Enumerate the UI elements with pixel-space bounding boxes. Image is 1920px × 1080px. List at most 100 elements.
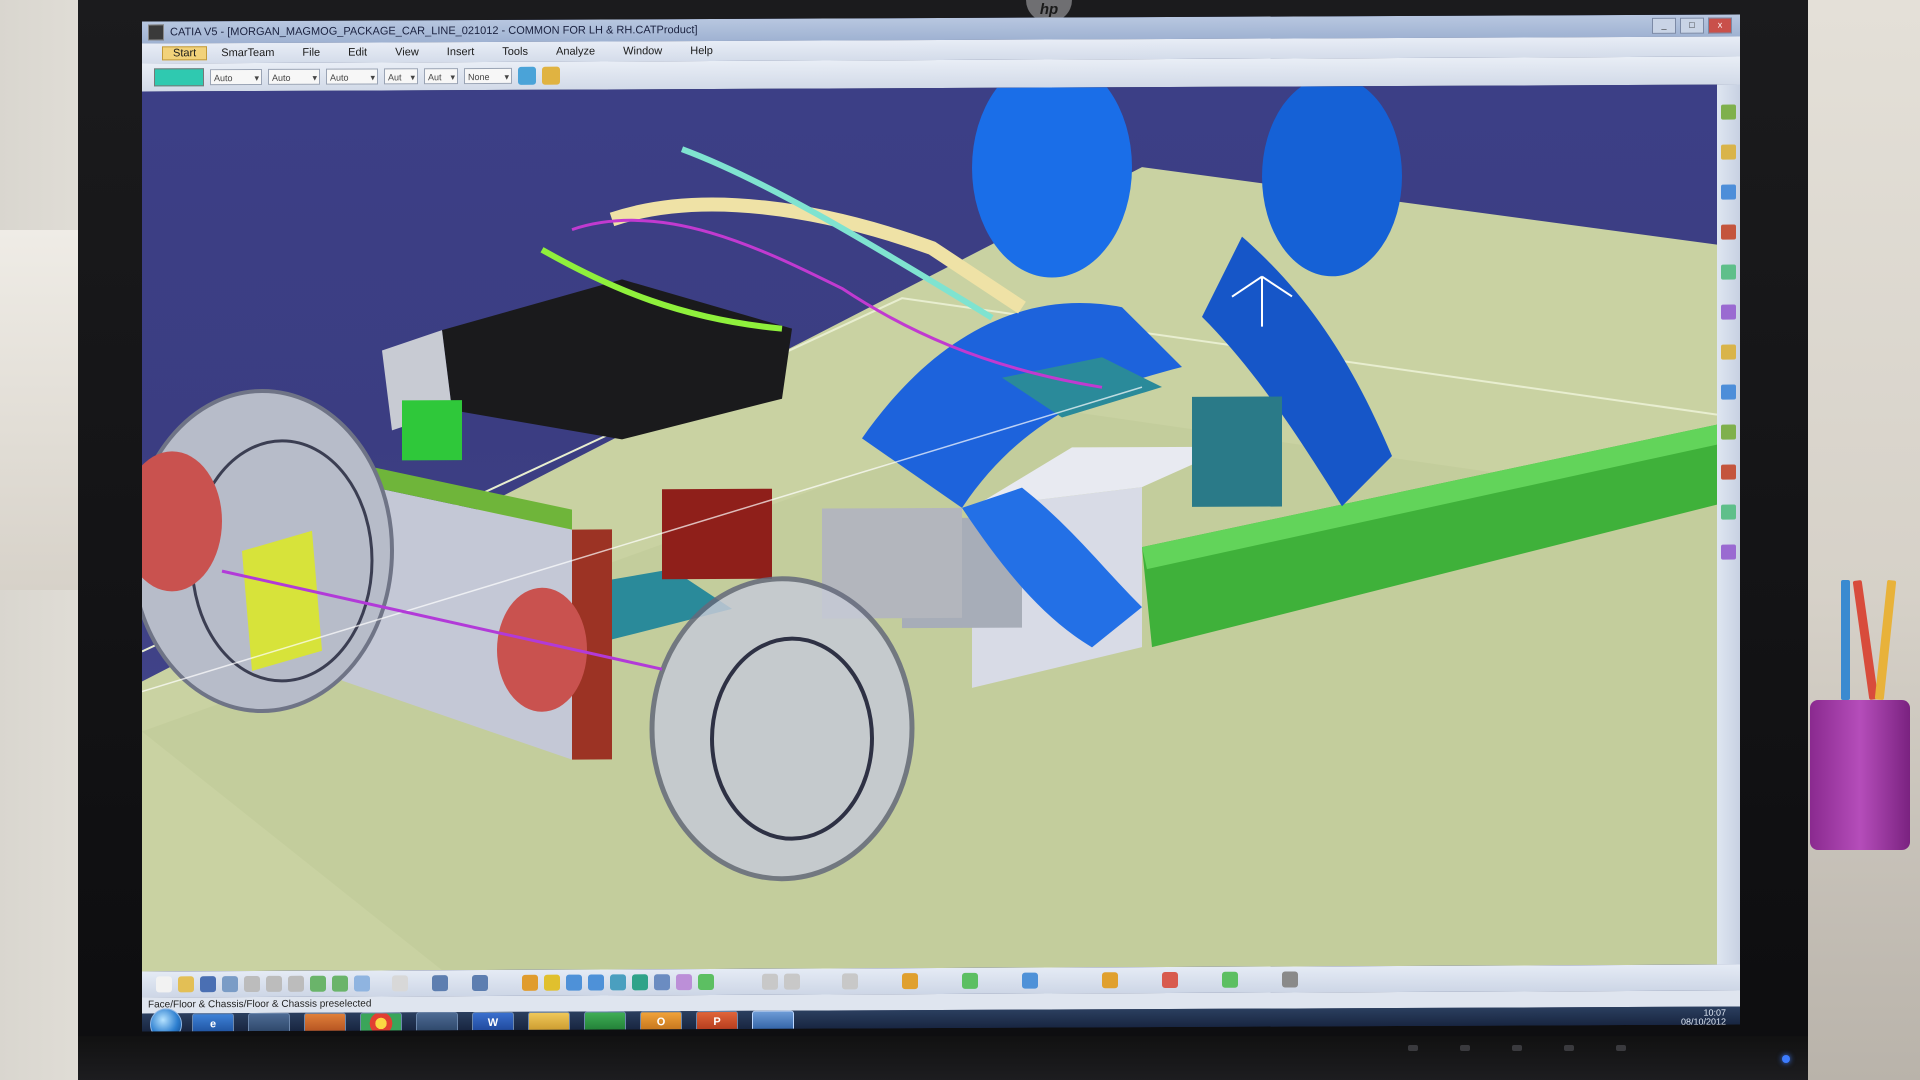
menu-edit[interactable]: Edit xyxy=(334,46,381,59)
render-style-dropdown[interactable]: None xyxy=(464,67,512,85)
line-thickness-dropdown[interactable]: Auto xyxy=(268,68,320,85)
annotation-icon[interactable] xyxy=(1721,504,1736,520)
normal-view-icon[interactable] xyxy=(610,974,626,991)
teal-panel xyxy=(1192,396,1282,507)
formula-icon[interactable] xyxy=(392,975,408,992)
menu-analyze[interactable]: Analyze xyxy=(542,45,609,58)
chrome-icon[interactable] xyxy=(360,1012,402,1032)
render-style-icon[interactable] xyxy=(654,974,670,991)
room-background-right xyxy=(1800,0,1920,1080)
grille xyxy=(242,530,322,672)
measure-icon[interactable] xyxy=(1721,224,1736,240)
print-icon[interactable] xyxy=(222,976,238,993)
clash-toolbar-icon[interactable] xyxy=(1162,971,1178,989)
media-player-icon[interactable] xyxy=(304,1012,346,1032)
pan-icon[interactable] xyxy=(522,974,538,991)
zoom-in-icon[interactable] xyxy=(566,974,582,991)
catia-app-icon[interactable] xyxy=(148,24,164,41)
menu-help[interactable]: Help xyxy=(676,45,727,57)
new-icon[interactable] xyxy=(156,976,172,993)
car-assembly-3d-model xyxy=(142,84,1717,972)
update-icon[interactable] xyxy=(962,972,978,989)
pencil-cup xyxy=(1810,700,1910,850)
menu-tools[interactable]: Tools xyxy=(488,46,542,58)
hide-show-icon[interactable] xyxy=(676,974,692,991)
annotation-toolbar-icon[interactable] xyxy=(902,973,918,990)
coolant-reservoir xyxy=(662,488,772,580)
open-icon[interactable] xyxy=(178,976,194,993)
close-button[interactable]: x xyxy=(1708,17,1732,34)
constraint-icon[interactable] xyxy=(1721,184,1736,200)
move-icon[interactable] xyxy=(1721,344,1736,360)
menu-smarteam[interactable]: SmarTeam xyxy=(207,47,288,59)
product-structure-icon[interactable] xyxy=(1721,104,1736,120)
explode-icon[interactable] xyxy=(1721,424,1736,440)
minimize-button[interactable]: _ xyxy=(1652,17,1676,34)
monitor-button[interactable] xyxy=(1512,1045,1522,1051)
system-tray-clock[interactable]: 10:07 08/10/2012 xyxy=(1681,1008,1726,1027)
pencil xyxy=(1874,579,1897,701)
redo-icon[interactable] xyxy=(332,975,348,992)
publish-icon[interactable] xyxy=(1721,544,1736,560)
power-led[interactable] xyxy=(1782,1055,1790,1063)
brush-icon[interactable] xyxy=(542,66,560,85)
calculator-icon[interactable] xyxy=(416,1012,458,1032)
section-toolbar-icon[interactable] xyxy=(1222,971,1238,988)
monitor-button[interactable] xyxy=(1616,1045,1626,1051)
powerpoint-icon[interactable]: P xyxy=(696,1010,738,1032)
measure-between-icon[interactable] xyxy=(762,973,778,990)
measure-item-icon[interactable] xyxy=(784,973,800,990)
excel-icon[interactable] xyxy=(584,1011,626,1032)
3d-viewport[interactable] xyxy=(142,84,1717,972)
menu-start[interactable]: Start xyxy=(162,46,208,61)
monitor-bottom-bezel xyxy=(78,1036,1808,1080)
explorer-icon[interactable] xyxy=(528,1011,570,1032)
window-title: CATIA V5 - [MORGAN_MAGMOG_PACKAGE_CAR_LI… xyxy=(170,24,698,39)
monitor-button[interactable] xyxy=(1408,1045,1418,1051)
save-icon[interactable] xyxy=(200,976,216,993)
menu-view[interactable]: View xyxy=(381,46,433,58)
snap-icon[interactable] xyxy=(1721,384,1736,400)
point-type-dropdown[interactable]: Aut xyxy=(384,68,418,85)
outlook-icon[interactable]: O xyxy=(640,1011,682,1032)
line-color-dropdown[interactable]: Auto xyxy=(326,68,378,85)
pencil xyxy=(1852,579,1879,701)
menu-window[interactable]: Window xyxy=(609,45,676,57)
cut-icon[interactable] xyxy=(244,975,260,993)
constraint-toolbar-icon[interactable] xyxy=(1102,972,1118,989)
catia-active-window-icon[interactable] xyxy=(752,1010,794,1032)
paste-icon[interactable] xyxy=(288,975,304,992)
iso-view-icon[interactable] xyxy=(632,974,648,991)
word-icon[interactable]: W xyxy=(472,1011,514,1032)
menu-file[interactable]: File xyxy=(288,47,334,59)
catalog-icon[interactable] xyxy=(432,975,448,992)
right-toolbar xyxy=(1717,84,1740,965)
clash-icon[interactable] xyxy=(1721,304,1736,320)
rotate-icon[interactable] xyxy=(544,974,560,991)
tool-icon[interactable] xyxy=(842,973,858,990)
internet-explorer-icon[interactable]: e xyxy=(192,1013,234,1032)
zoom-out-icon[interactable] xyxy=(588,974,604,991)
whats-this-icon[interactable] xyxy=(354,975,370,992)
painter-icon[interactable] xyxy=(518,66,536,85)
menu-insert[interactable]: Insert xyxy=(433,46,489,58)
fit-all-icon[interactable] xyxy=(472,974,488,992)
refresh-icon[interactable] xyxy=(1022,972,1038,989)
copy-icon[interactable] xyxy=(266,975,282,992)
catia-taskbar-icon[interactable] xyxy=(248,1012,290,1032)
monitor-button[interactable] xyxy=(1460,1045,1470,1051)
assembly-icon[interactable] xyxy=(1721,144,1736,160)
distance-toolbar-icon[interactable] xyxy=(1282,971,1298,988)
pencil xyxy=(1841,580,1850,700)
bom-icon[interactable] xyxy=(1721,464,1736,480)
undo-icon[interactable] xyxy=(310,975,326,992)
layer-dropdown[interactable]: Aut xyxy=(424,68,458,85)
section-icon[interactable] xyxy=(1721,264,1736,280)
line-type-dropdown[interactable]: Auto xyxy=(210,68,262,86)
maximize-button[interactable]: □ xyxy=(1680,17,1704,34)
green-component xyxy=(402,400,462,461)
monitor-button[interactable] xyxy=(1564,1045,1574,1051)
swap-space-icon[interactable] xyxy=(698,973,714,991)
screen: CATIA V5 - [MORGAN_MAGMOG_PACKAGE_CAR_LI… xyxy=(142,14,1740,1032)
fill-color-swatch[interactable] xyxy=(154,68,204,87)
